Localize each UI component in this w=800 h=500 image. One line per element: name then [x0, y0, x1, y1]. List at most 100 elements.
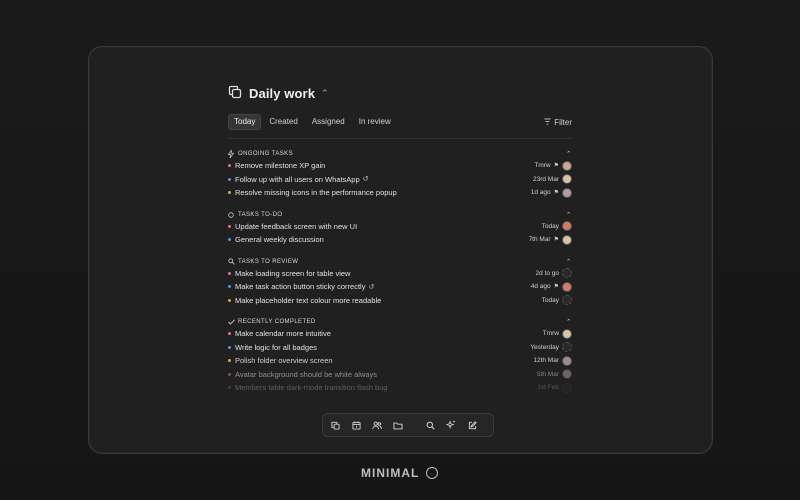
task-meta: 12th Mar [533, 355, 572, 366]
chevron-up-icon[interactable]: ⌃ [566, 258, 572, 266]
task-meta: 23rd Mar [532, 174, 572, 185]
task-row[interactable]: General weekly discussion 7th Mar ⚑ [228, 233, 572, 247]
task-meta: 7th Mar ⚑ [529, 234, 572, 245]
sparkle-icon[interactable] [442, 417, 460, 433]
priority-dot [228, 298, 231, 302]
task-date: Yesterday [530, 343, 559, 351]
calendar-icon[interactable] [347, 417, 365, 433]
task-label: Write logic for all badges [235, 342, 317, 352]
priority-dot [228, 164, 231, 168]
search-icon[interactable] [421, 417, 439, 433]
avatar[interactable] [562, 328, 572, 339]
section-review: TASKS TO REVIEW ⌃ Make loading screen fo… [228, 257, 572, 308]
circle-logo-icon [426, 467, 439, 479]
task-label: Make loading screen for table view [235, 268, 351, 278]
task-row[interactable]: Make loading screen for table view 2d to… [228, 267, 572, 281]
task-meta: Tmrw [542, 328, 572, 339]
tab-today[interactable]: Today [228, 114, 262, 130]
tab-created[interactable]: Created [263, 114, 303, 130]
priority-dot [228, 177, 231, 181]
section-title: RECENTLY COMPLETED [238, 319, 316, 325]
task-meta: Yesterday [530, 342, 572, 353]
task-label: Make calendar more intuitive [235, 329, 331, 339]
header: Daily work ⌃ [228, 81, 572, 105]
priority-dot [228, 191, 231, 195]
avatar[interactable] [562, 174, 572, 185]
section-header[interactable]: TASKS TO REVIEW ⌃ [228, 257, 572, 267]
flag-icon: ⚑ [553, 190, 559, 197]
bottom-toolbar [322, 413, 494, 437]
chevron-up-icon[interactable]: ⌃ [321, 88, 329, 99]
avatar[interactable] [562, 369, 572, 380]
priority-dot [228, 332, 231, 336]
task-meta: 2d to go [536, 268, 572, 279]
section-header[interactable]: ONGOING TASKS ⌃ [228, 149, 572, 159]
edit-icon[interactable] [463, 417, 481, 433]
priority-dot [228, 372, 231, 376]
task-row[interactable]: Make task action button sticky correctly… [228, 280, 572, 294]
task-date: 4d ago [530, 283, 551, 291]
task-meta: Today [541, 295, 572, 306]
task-meta: 1d ago ⚑ [531, 187, 572, 198]
task-date: 23rd Mar [532, 175, 559, 183]
folder-icon[interactable] [389, 417, 407, 433]
tab-assigned[interactable]: Assigned [306, 114, 351, 130]
task-row[interactable]: Avatar background should be white always… [228, 368, 572, 382]
task-row[interactable]: Write logic for all badges Yesterday [228, 341, 572, 355]
task-row[interactable]: Members table dark-mode transition flash… [228, 381, 572, 395]
task-row[interactable]: Update feedback screen with new UI Today [228, 220, 572, 234]
unassigned-avatar-icon[interactable] [562, 342, 572, 353]
task-row[interactable]: Resolve missing icons in the performance… [228, 186, 572, 200]
flag-icon: ⚑ [553, 284, 559, 291]
task-label: Make task action button sticky correctly [235, 282, 366, 292]
task-meta: 5th Mar [536, 369, 572, 380]
task-meta: 4d ago ⚑ [530, 281, 572, 292]
tab-in-review[interactable]: In review [353, 114, 397, 130]
task-label: Polish folder overview screen [235, 356, 333, 366]
task-meta: Today [541, 221, 572, 232]
chevron-up-icon[interactable]: ⌃ [566, 318, 572, 326]
task-panel: Daily work ⌃ Today Created Assigned In r… [228, 81, 572, 395]
task-row[interactable]: Follow up with all users on WhatsApp ↺ 2… [228, 173, 572, 187]
unassigned-avatar-icon[interactable] [562, 268, 572, 279]
filter-label: Filter [554, 117, 572, 127]
filter-button[interactable]: Filter [544, 118, 572, 127]
task-row[interactable]: Remove milestone XP gain Tmrw ⚑ [228, 159, 572, 173]
app-window: Daily work ⌃ Today Created Assigned In r… [88, 46, 713, 454]
task-row[interactable]: Make placeholder text colour more readab… [228, 294, 572, 308]
section-title: TASKS TO-DO [238, 211, 283, 218]
check-icon [228, 319, 236, 325]
unassigned-avatar-icon[interactable] [562, 382, 572, 393]
brand: MINIMAL [361, 466, 439, 480]
section-completed: RECENTLY COMPLETED ⌃ Make calendar more … [228, 317, 572, 395]
avatar[interactable] [562, 355, 572, 366]
avatar[interactable] [562, 221, 572, 232]
priority-dot [228, 271, 231, 275]
priority-dot [228, 238, 231, 242]
unassigned-avatar-icon[interactable] [562, 295, 572, 306]
section-header[interactable]: RECENTLY COMPLETED ⌃ [228, 317, 572, 327]
filter-icon [544, 117, 551, 127]
avatar[interactable] [562, 187, 572, 198]
users-icon[interactable] [368, 417, 386, 433]
task-row[interactable]: Make calendar more intuitive Tmrw [228, 327, 572, 341]
avatar[interactable] [562, 234, 572, 245]
task-label: General weekly discussion [235, 235, 324, 245]
section-ongoing: ONGOING TASKS ⌃ Remove milestone XP gain… [228, 149, 572, 200]
section-title: ONGOING TASKS [238, 151, 293, 157]
tabs-row: Today Created Assigned In review Filter [228, 114, 572, 130]
avatar[interactable] [562, 160, 572, 171]
avatar[interactable] [562, 281, 572, 292]
task-row[interactable]: Polish folder overview screen 12th Mar [228, 354, 572, 368]
priority-dot [228, 224, 231, 228]
copy-icon[interactable] [326, 417, 344, 433]
task-date: Tmrw [542, 330, 559, 338]
task-date: Today [541, 296, 559, 304]
task-date: Tmrw [534, 162, 551, 170]
chevron-up-icon[interactable]: ⌃ [566, 150, 572, 158]
task-date: Today [541, 222, 559, 230]
repeat-icon: ↺ [368, 283, 375, 291]
section-header[interactable]: TASKS TO-DO ⌃ [228, 210, 572, 220]
task-date: 5th Mar [536, 370, 559, 378]
chevron-up-icon[interactable]: ⌃ [566, 211, 572, 219]
